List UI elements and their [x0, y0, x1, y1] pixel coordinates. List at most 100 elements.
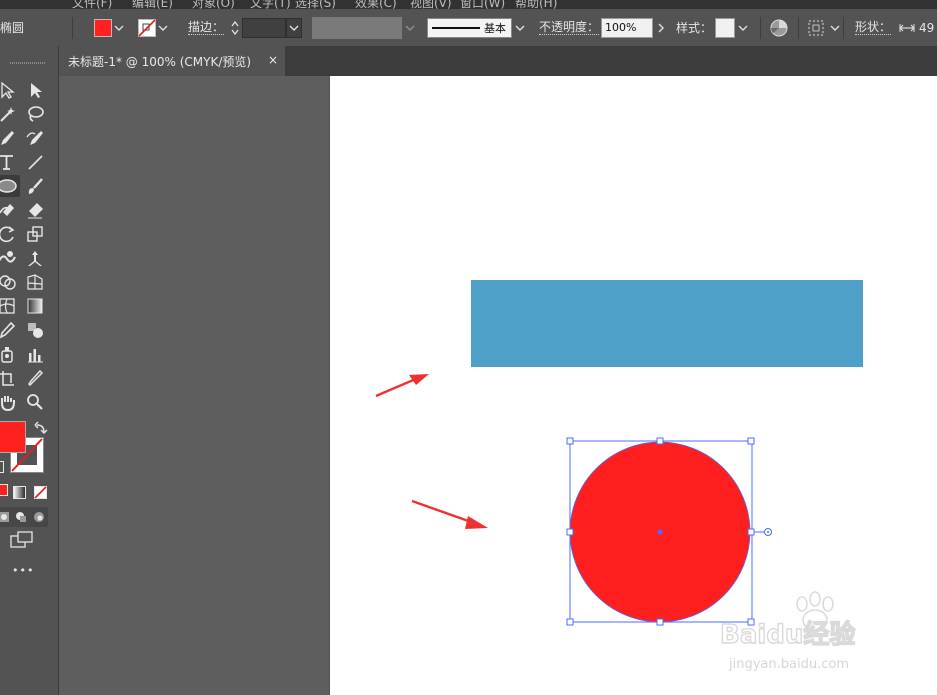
stroke-weight-input[interactable] [242, 17, 286, 38]
none-mode-icon[interactable] [34, 484, 47, 503]
divider [798, 17, 799, 39]
red-arrow-annotation [411, 499, 488, 529]
free-transform-tool-icon[interactable] [24, 247, 46, 269]
eyedropper-tool-icon[interactable] [0, 319, 18, 341]
menu-select[interactable]: 选择(S) [295, 0, 336, 9]
chevron-down-icon [735, 19, 751, 37]
menu-type[interactable]: 文字(T) [250, 0, 291, 9]
document-tab[interactable]: 未标题-1* @ 100% (CMYK/预览) × [58, 46, 285, 76]
red-arrow-annotation [375, 374, 429, 398]
stroke-weight-stepper[interactable] [228, 9, 302, 46]
gradient-tool-icon[interactable] [24, 295, 46, 317]
pen-tool-icon[interactable] [0, 127, 18, 149]
curvature-tool-icon[interactable] [24, 127, 46, 149]
artboard-tool-icon[interactable] [0, 367, 18, 389]
draw-normal-icon[interactable] [0, 511, 10, 523]
shape-builder-tool-icon[interactable] [0, 271, 18, 293]
blend-tool-icon[interactable] [24, 319, 46, 341]
center-point [657, 529, 663, 535]
draw-behind-icon[interactable] [15, 511, 27, 523]
menu-file[interactable]: 文件(F) [72, 0, 112, 9]
color-mode-icon[interactable] [0, 484, 8, 496]
hand-tool-icon[interactable] [0, 391, 18, 413]
resize-handle[interactable] [747, 528, 755, 536]
menu-effect[interactable]: 效果(C) [355, 0, 397, 9]
artboard[interactable]: Baidu经验 jingyan.baidu.com [330, 76, 937, 695]
warp-tool-icon[interactable] [0, 247, 18, 269]
eraser-tool-icon[interactable] [24, 199, 46, 221]
chevron-down-icon[interactable] [286, 17, 302, 38]
mesh-tool-icon[interactable] [0, 295, 18, 317]
screen-mode-icon[interactable] [10, 531, 34, 553]
width-value[interactable]: 49 [919, 21, 934, 35]
fill-swatch [94, 18, 112, 37]
width-arrows-icon [899, 23, 915, 32]
resize-handle[interactable] [747, 437, 755, 445]
slice-tool-icon[interactable] [24, 367, 46, 389]
recolor-artwork-icon[interactable] [769, 9, 789, 46]
ellipse-tool-icon[interactable] [0, 175, 20, 197]
brush-definition-select[interactable]: 基本 [427, 9, 528, 46]
resize-handle[interactable] [566, 618, 574, 626]
variable-width-profile[interactable] [312, 9, 418, 46]
menu-window[interactable]: 窗口(W) [460, 0, 505, 9]
column-graph-tool-icon[interactable] [24, 343, 46, 365]
chevron-down-icon [512, 19, 528, 37]
perspective-grid-tool-icon[interactable] [24, 271, 46, 293]
chevron-down-icon [830, 19, 840, 37]
blue-rectangle[interactable] [471, 280, 863, 367]
drawing-modes-group [0, 507, 48, 527]
symbol-sprayer-tool-icon[interactable] [0, 343, 18, 365]
opacity-input[interactable]: 100% [601, 17, 653, 38]
default-colors-icon[interactable] [0, 461, 4, 473]
divider [843, 17, 844, 39]
lasso-tool-icon[interactable] [24, 103, 46, 125]
style-label: 样式： [676, 21, 713, 35]
shaper-tool-icon[interactable] [0, 199, 18, 221]
selection-tool-icon[interactable] [0, 79, 18, 101]
line-segment-tool-icon[interactable] [24, 151, 46, 173]
direct-selection-tool-icon[interactable] [24, 79, 46, 101]
stroke-swatch [138, 18, 156, 37]
resize-handle[interactable] [566, 528, 574, 536]
stroke-label[interactable]: 描边： [188, 20, 225, 35]
document-tab-title[interactable]: 未标题-1* @ 100% (CMYK/预览) [68, 53, 251, 70]
paintbrush-tool-icon[interactable] [24, 175, 46, 197]
chevron-right-icon[interactable] [653, 19, 669, 37]
watermark-url: jingyan.baidu.com [728, 657, 849, 672]
rotate-tool-icon[interactable] [0, 223, 18, 245]
stepper-arrows-icon[interactable] [228, 18, 242, 38]
divider [72, 17, 73, 39]
resize-handle[interactable] [566, 437, 574, 445]
tool-name-label: 椭圆 [0, 21, 25, 35]
width-field[interactable]: 49 [899, 9, 934, 46]
close-icon[interactable]: × [268, 53, 278, 67]
edit-toolbar-icon[interactable]: ••• [12, 564, 34, 577]
gradient-mode-icon[interactable] [13, 484, 26, 503]
watermark-brand: Baidu经验 [720, 619, 855, 650]
align-options-button[interactable] [808, 9, 840, 46]
zoom-tool-icon[interactable] [24, 391, 46, 413]
menu-view[interactable]: 视图(V) [410, 0, 452, 9]
scale-tool-icon[interactable] [24, 223, 46, 245]
panel-grip[interactable] [8, 60, 48, 66]
chevron-down-icon [402, 19, 418, 37]
type-tool-icon[interactable] [0, 151, 18, 173]
draw-inside-icon[interactable] [33, 511, 45, 523]
menu-object[interactable]: 对象(O) [192, 0, 235, 9]
shape-label[interactable]: 形状： [855, 20, 892, 35]
resize-handle[interactable] [656, 618, 664, 626]
fill-color-swatch[interactable] [0, 421, 26, 453]
opacity-label[interactable]: 不透明度： [539, 20, 600, 35]
menu-help[interactable]: 帮助(H) [515, 0, 557, 9]
stroke-line-preview [432, 26, 480, 29]
graphic-style-button[interactable] [715, 9, 751, 46]
fill-color-button[interactable] [94, 9, 126, 46]
resize-handle[interactable] [656, 437, 664, 445]
stroke-color-button[interactable] [138, 9, 170, 46]
artboard-canvas[interactable]: Baidu经验 jingyan.baidu.com [330, 76, 937, 695]
magic-wand-tool-icon[interactable] [0, 103, 18, 125]
control-bar: 椭圆 描边： 基本 不透明度： 100% 样式： 形状： 49 [0, 9, 937, 47]
swap-fill-stroke-icon[interactable] [34, 420, 48, 439]
menu-edit[interactable]: 编辑(E) [132, 0, 173, 9]
